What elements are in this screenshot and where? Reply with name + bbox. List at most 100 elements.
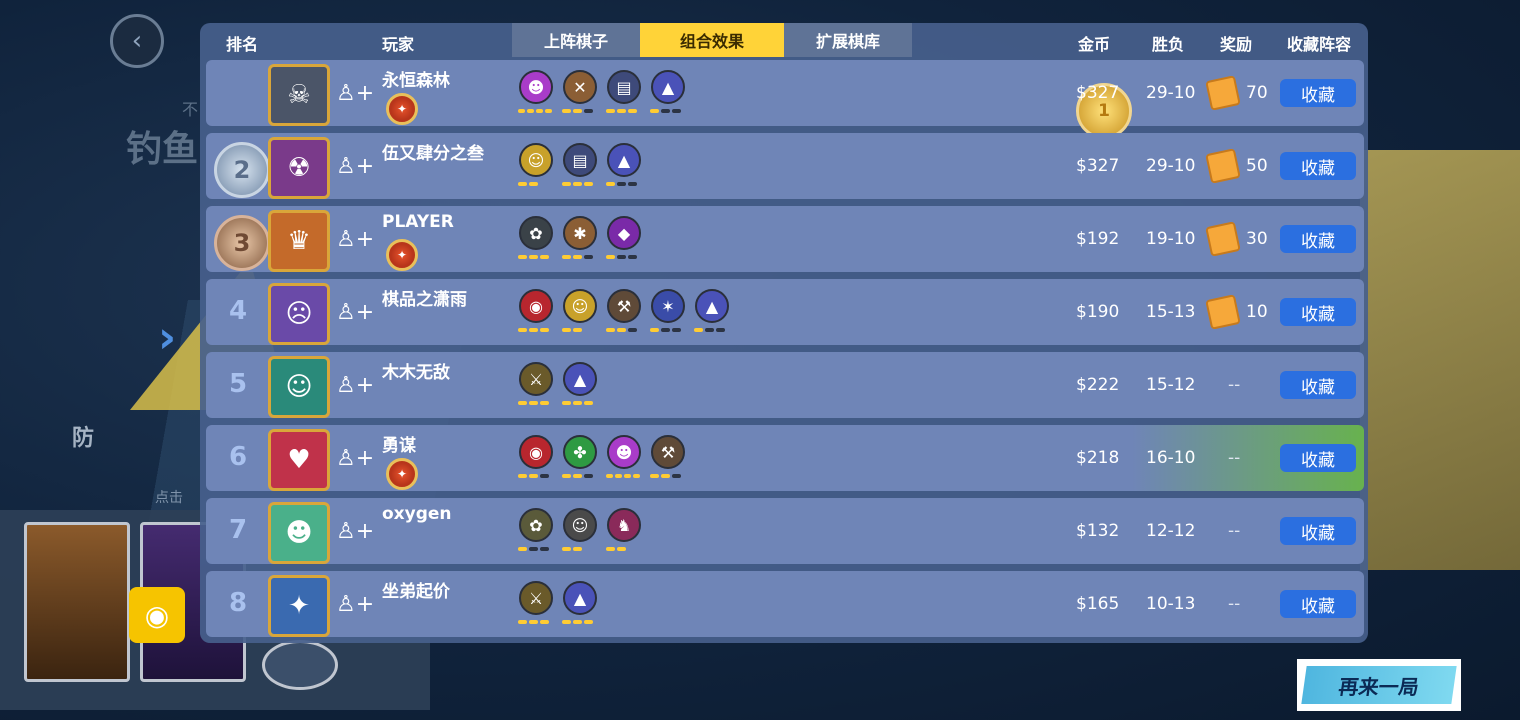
synergy-level-bar <box>573 401 582 405</box>
synergy-level-bar <box>573 547 582 551</box>
record-value: 10-13 <box>1146 594 1196 614</box>
player-name: 坐弟起价 <box>382 582 450 602</box>
synergy-level <box>516 620 552 624</box>
synergy-emblem: ⚔ <box>519 362 553 396</box>
table-row: 1 ☠ ♙+ 永恒森林 ✦ ☻ ✕ ▤ ▲ $327 29-10 70 收藏 <box>206 60 1364 139</box>
camera-button[interactable]: ◉ <box>129 587 185 643</box>
player-avatar[interactable]: ☢ <box>268 137 330 199</box>
synergy-icon[interactable]: ✿ <box>516 508 553 554</box>
rank-number: 8 <box>228 588 248 618</box>
collect-button[interactable]: 收藏 <box>1280 298 1356 326</box>
synergy-level <box>560 182 596 186</box>
synergy-level-bar <box>529 547 538 551</box>
synergy-icon[interactable]: ▲ <box>560 362 597 408</box>
synergy-level-bar <box>545 109 552 113</box>
header-rank: 排名 <box>226 35 259 54</box>
synergy-level-bar <box>628 255 637 259</box>
add-friend-icon[interactable]: ♙+ <box>336 517 374 547</box>
synergy-emblem: ✿ <box>519 508 553 542</box>
synergy-icon[interactable]: ✱ <box>560 216 597 262</box>
synergy-level <box>516 109 552 113</box>
table-row: 8 ✦ ♙+ 坐弟起价 ⚔ ▲ $165 10-13 -- 收藏 <box>206 571 1364 637</box>
synergy-icon[interactable]: ✕ <box>560 70 597 116</box>
back-button[interactable]: ‹ <box>110 14 164 68</box>
player-avatar[interactable]: ☻ <box>268 502 330 564</box>
synergy-icon[interactable]: ▤ <box>604 70 641 116</box>
collect-button[interactable]: 收藏 <box>1280 225 1356 253</box>
synergy-emblem: ▤ <box>563 143 597 177</box>
collect-button[interactable]: 收藏 <box>1280 590 1356 618</box>
synergy-emblem: ☺ <box>563 289 597 323</box>
synergy-level-bar <box>615 474 622 478</box>
synergy-level <box>516 547 552 551</box>
synergy-icon[interactable]: ☺ <box>560 289 597 335</box>
synergy-icon[interactable]: ▲ <box>648 70 685 116</box>
synergy-level-bar <box>672 109 681 113</box>
table-row: 2 ☢ ♙+ 伍又肆分之叁 ☺ ▤ ▲ $327 29-10 50 收藏 <box>206 133 1364 199</box>
player-avatar[interactable]: ✦ <box>268 575 330 637</box>
background-subtitle: 不 <box>182 100 199 119</box>
synergy-icon[interactable]: ▲ <box>604 143 641 189</box>
tab-bench[interactable]: 扩展棋库 <box>784 23 912 57</box>
synergy-icon[interactable]: ♞ <box>604 508 641 554</box>
player-avatar[interactable]: ☺ <box>268 356 330 418</box>
add-friend-icon[interactable]: ♙+ <box>336 298 374 328</box>
reward-chest-icon <box>1205 75 1241 111</box>
reward-value: 10 <box>1246 302 1268 322</box>
add-friend-icon[interactable]: ♙+ <box>336 152 374 182</box>
synergy-level-bar <box>584 620 593 624</box>
synergy-level-bar <box>661 109 670 113</box>
collect-button[interactable]: 收藏 <box>1280 152 1356 180</box>
synergy-icon[interactable]: ✤ <box>560 435 597 481</box>
synergy-icon[interactable]: ⚒ <box>604 289 641 335</box>
synergy-icon[interactable]: ◆ <box>604 216 641 262</box>
synergy-icon[interactable]: ☺ <box>516 143 553 189</box>
synergy-icon[interactable]: ▲ <box>560 581 597 627</box>
synergy-level <box>648 109 684 113</box>
rank-number: 1 <box>1098 101 1110 121</box>
synergy-icon[interactable]: ⚔ <box>516 581 553 627</box>
collect-button[interactable]: 收藏 <box>1280 371 1356 399</box>
synergy-level-bar <box>518 401 527 405</box>
synergy-icon[interactable]: ☻ <box>604 435 641 481</box>
player-avatar[interactable]: ☠ <box>268 64 330 126</box>
play-again-button[interactable]: 再来一局 <box>1297 659 1461 711</box>
header-reward: 奖励 <box>1220 35 1253 54</box>
add-friend-icon[interactable]: ♙+ <box>336 444 374 474</box>
synergy-level <box>560 255 596 259</box>
synergy-icon[interactable]: ☻ <box>516 70 553 116</box>
synergy-icon[interactable]: ▲ <box>692 289 729 335</box>
synergy-icon[interactable]: ✶ <box>648 289 685 335</box>
synergy-icon[interactable]: ◉ <box>516 289 553 335</box>
gold-value: $327 <box>1076 83 1120 103</box>
synergy-icon[interactable]: ▤ <box>560 143 597 189</box>
synergy-icon[interactable]: ◉ <box>516 435 553 481</box>
add-friend-icon[interactable]: ♙+ <box>336 371 374 401</box>
add-friend-icon[interactable]: ♙+ <box>336 225 374 255</box>
tab-synergies[interactable]: 组合效果 <box>640 23 784 57</box>
tab-pieces[interactable]: 上阵棋子 <box>512 23 640 57</box>
synergy-icon[interactable]: ✿ <box>516 216 553 262</box>
reward-value: -- <box>1228 594 1241 614</box>
synergy-icon[interactable]: ⚒ <box>648 435 685 481</box>
add-friend-icon[interactable]: ♙+ <box>336 79 374 109</box>
collect-button[interactable]: 收藏 <box>1280 517 1356 545</box>
synergy-level <box>516 401 552 405</box>
synergy-icon[interactable]: ☺ <box>560 508 597 554</box>
collect-button[interactable]: 收藏 <box>1280 79 1356 107</box>
synergy-level <box>560 401 596 405</box>
synergy-level <box>604 182 640 186</box>
player-avatar[interactable]: ☹ <box>268 283 330 345</box>
synergy-level-bar <box>584 255 593 259</box>
synergy-icon[interactable]: ⚔ <box>516 362 553 408</box>
player-avatar[interactable]: ♛ <box>268 210 330 272</box>
synergy-level-bar <box>606 109 615 113</box>
rank-medal: 2 <box>214 142 270 198</box>
synergy-level-bar <box>584 109 593 113</box>
collect-button[interactable]: 收藏 <box>1280 444 1356 472</box>
add-friend-icon[interactable]: ♙+ <box>336 590 374 620</box>
player-avatar[interactable]: ♥ <box>268 429 330 491</box>
synergy-level <box>604 109 640 113</box>
rank-badge-icon: ✦ <box>386 239 418 271</box>
record-value: 29-10 <box>1146 156 1196 176</box>
